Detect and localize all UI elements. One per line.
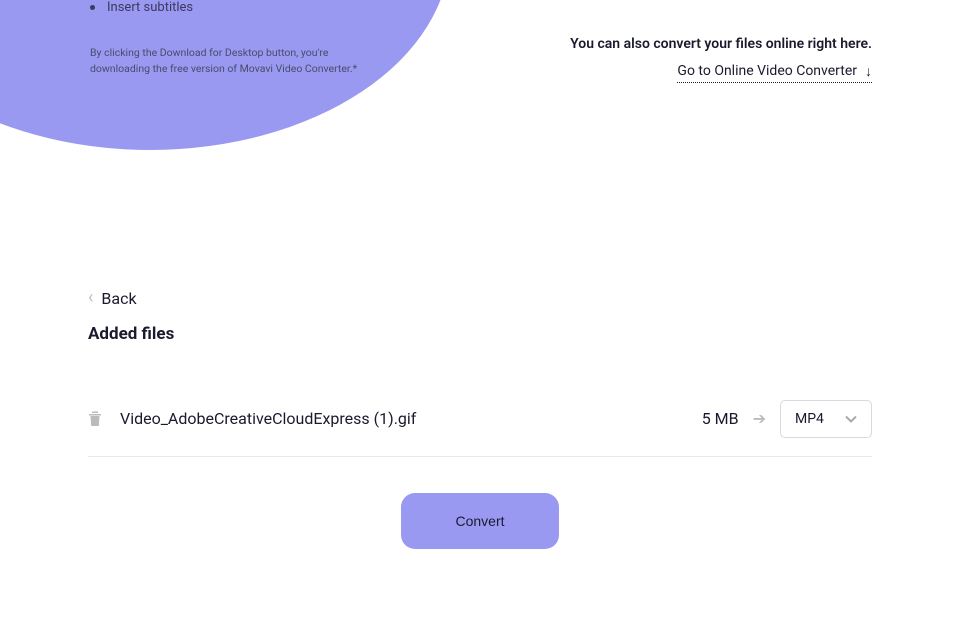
convert-button[interactable]: Convert [401, 493, 558, 549]
online-convert-link-label: Go to Online Video Converter [677, 63, 857, 79]
chevron-left-icon: ‹ [88, 289, 93, 307]
disclaimer: By clicking the Download for Desktop but… [90, 45, 357, 77]
disclaimer-line: downloading the free version of Movavi V… [90, 61, 357, 77]
main-section: ‹ Back Added files Video_AdobeCreativeCl… [88, 288, 872, 549]
online-convert-section: You can also convert your files online r… [570, 36, 872, 83]
format-label: MP4 [795, 411, 824, 427]
arrow-down-icon: ↓ [865, 63, 872, 80]
online-convert-text: You can also convert your files online r… [570, 36, 872, 52]
online-convert-link[interactable]: Go to Online Video Converter ↓ [677, 63, 872, 83]
bullet-icon [90, 5, 95, 10]
file-size: 5 MB [702, 409, 739, 428]
back-link[interactable]: ‹ Back [88, 289, 137, 308]
disclaimer-line: By clicking the Download for Desktop but… [90, 45, 357, 61]
arrow-right-icon: ➔ [753, 409, 766, 428]
section-heading: Added files [88, 324, 872, 344]
chevron-down-icon [845, 415, 857, 423]
hero-content: Insert subtitles By clicking the Downloa… [90, 0, 357, 77]
back-label: Back [101, 289, 136, 308]
trash-icon[interactable] [88, 411, 102, 427]
file-name: Video_AdobeCreativeCloudExpress (1).gif [120, 409, 702, 428]
feature-bullet: Insert subtitles [90, 0, 357, 15]
file-row: Video_AdobeCreativeCloudExpress (1).gif … [88, 400, 872, 457]
format-select[interactable]: MP4 [780, 400, 872, 438]
feature-text: Insert subtitles [107, 0, 193, 15]
